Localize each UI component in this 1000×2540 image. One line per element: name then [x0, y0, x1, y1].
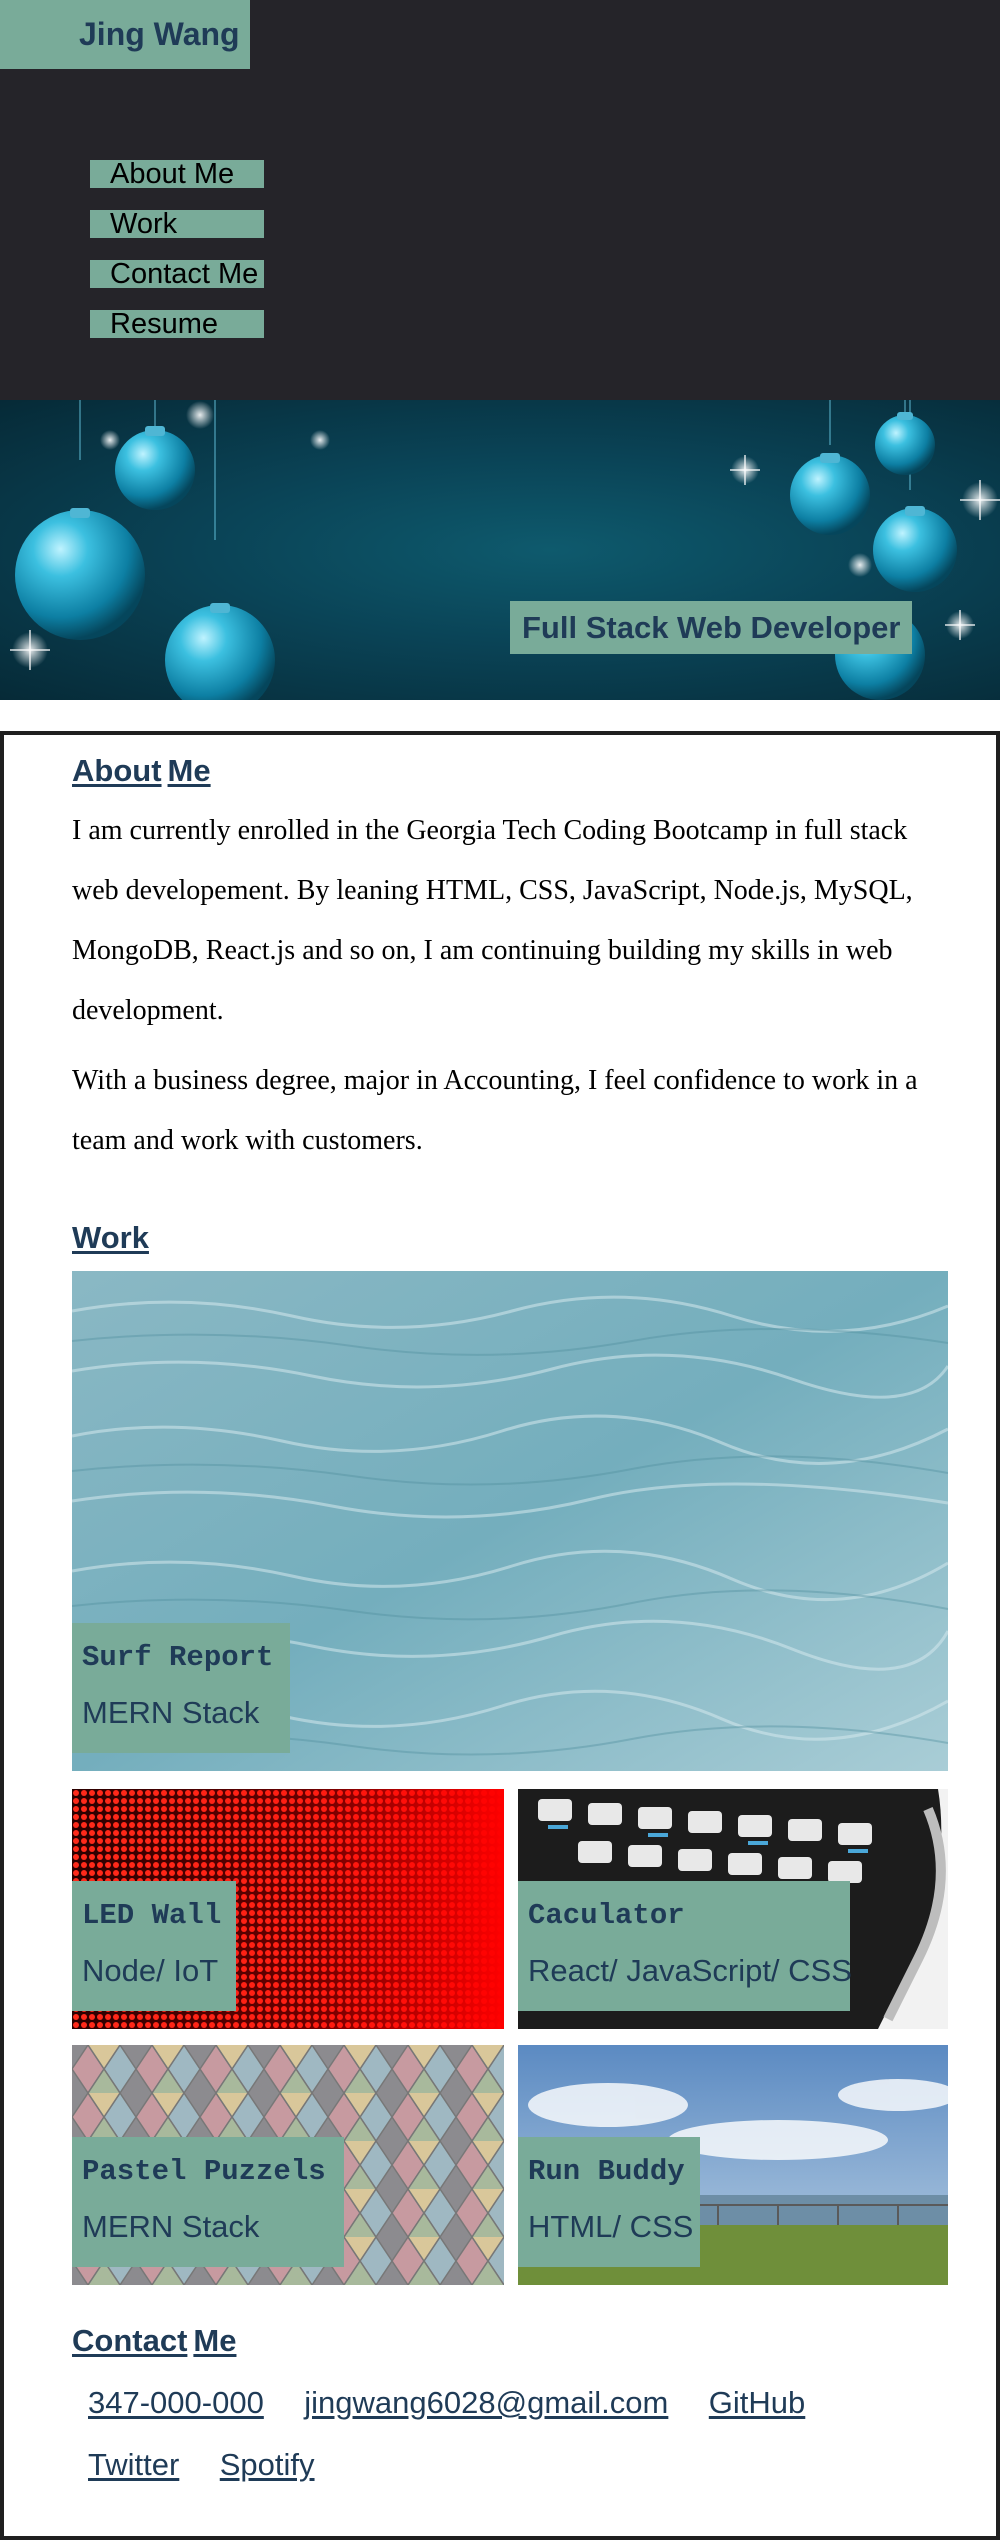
hero-title: Full Stack Web Developer: [510, 601, 913, 654]
project-stack: MERN Stack: [82, 1695, 260, 1730]
project-caption: Caculator React/ JavaScript/ CSS: [518, 1881, 852, 2011]
project-stack: React/ JavaScript/ CSS: [528, 1953, 852, 1988]
project-stack: HTML/ CSS: [528, 2209, 694, 2244]
contact-twitter-link[interactable]: Twitter: [88, 2434, 179, 2496]
project-name: Caculator: [528, 1899, 685, 1932]
about-paragraph-1: I am currently enrolled in the Georgia T…: [72, 815, 913, 1026]
project-caption: Run Buddy HTML/ CSS: [518, 2137, 700, 2267]
contact-email-link[interactable]: jingwang6028@gmail.com: [304, 2372, 668, 2434]
work-title: Work: [72, 1220, 149, 1255]
nav-work[interactable]: Work: [90, 210, 264, 239]
nav-about-me[interactable]: About Me: [90, 160, 264, 189]
contact-phone-link[interactable]: 347-000-000: [88, 2372, 264, 2434]
contact-title-word1: Contact: [72, 2323, 188, 2358]
project-caption: Surf Report MERN Stack: [72, 1623, 290, 1753]
nav-resume[interactable]: Resume: [90, 310, 264, 339]
nav-contact-me[interactable]: Contact Me: [90, 260, 264, 289]
project-name: Run Buddy: [528, 2155, 685, 2188]
contact-title-word2: Me: [193, 2323, 237, 2358]
contact-links: 347-000-000 jingwang6028@gmail.com GitHu…: [88, 2372, 908, 2496]
contact-title: Contact Me: [72, 2323, 236, 2359]
project-stack: Node/ IoT: [82, 1953, 219, 1988]
about-paragraph-2: With a business degree, major in Account…: [72, 1065, 918, 1156]
project-name: LED Wall: [82, 1899, 222, 1932]
project-caption: Pastel Puzzels MERN Stack: [72, 2137, 344, 2267]
about-title-word2: Me: [167, 753, 211, 788]
project-name: Surf Report: [82, 1641, 274, 1674]
christmas-ornaments-image: [10, 400, 1000, 700]
project-name: Pastel Puzzels: [82, 2155, 326, 2188]
project-stack: MERN Stack: [82, 2209, 260, 2244]
project-card-led-wall[interactable]: LED Wall Node/ IoT: [72, 1789, 504, 2029]
contact-spotify-link[interactable]: Spotify: [220, 2434, 315, 2496]
about-title: About Me: [72, 753, 211, 789]
project-card-pastel-puzzels[interactable]: Pastel Puzzels MERN Stack: [72, 2045, 504, 2285]
project-card-run-buddy[interactable]: Run Buddy HTML/ CSS: [518, 2045, 948, 2285]
main-nav: About Me Work Contact Me Resume: [90, 160, 264, 360]
project-caption: LED Wall Node/ IoT: [72, 1881, 236, 2011]
project-card-surf-report[interactable]: Surf Report MERN Stack: [72, 1271, 948, 1771]
about-title-word1: About: [72, 753, 162, 788]
brand-name[interactable]: Jing Wang: [0, 0, 250, 69]
project-card-caculator[interactable]: Caculator React/ JavaScript/ CSS: [518, 1789, 948, 2029]
contact-github-link[interactable]: GitHub: [709, 2372, 805, 2434]
site-header: Jing Wang About Me Work Contact Me Resum…: [0, 0, 1000, 400]
main-content: About Me I am currently enrolled in the G…: [0, 731, 1000, 2540]
hero-banner: Full Stack Web Developer: [0, 400, 1000, 700]
